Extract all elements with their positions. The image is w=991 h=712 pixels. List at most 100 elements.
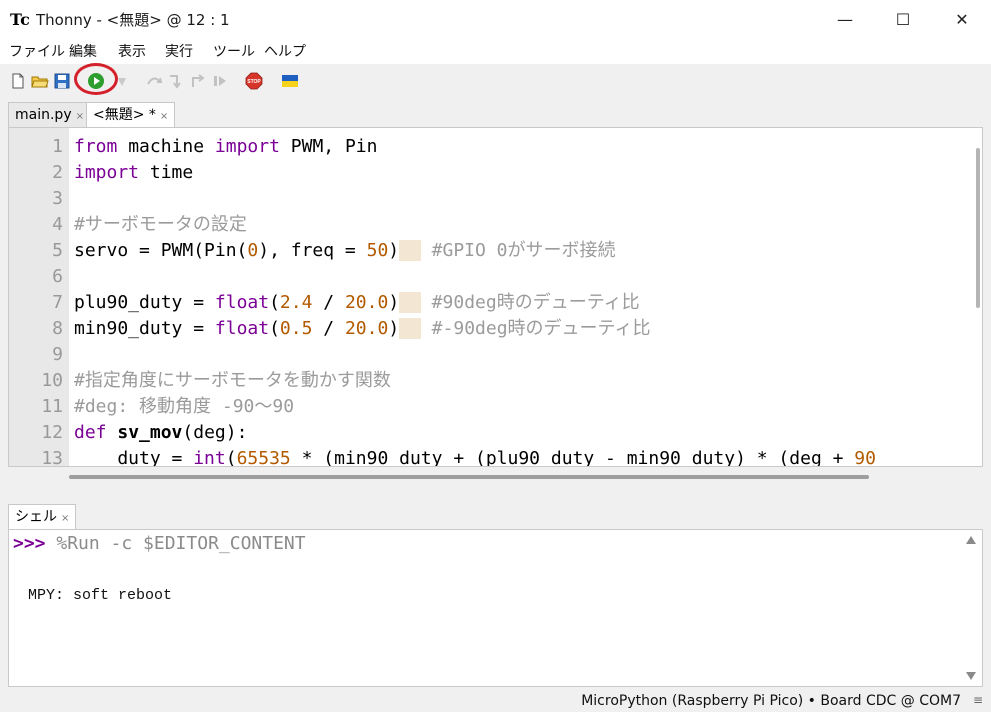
- interpreter-status[interactable]: MicroPython (Raspberry Pi Pico) • Board …: [581, 692, 961, 710]
- line-number: 9: [52, 344, 63, 365]
- code-token: * (min90_duty + (plu90_duty - min90_duty…: [290, 448, 855, 467]
- code-token: (: [269, 318, 280, 339]
- tab-close-icon[interactable]: ×: [61, 513, 69, 524]
- menu-edit[interactable]: 編集: [69, 43, 97, 61]
- line-number-gutter: 1 2 3 4 5 6 7 8 9 10 11 12 13: [9, 128, 69, 466]
- shell-command-line: >>> %Run -c $EDITOR_CONTENT: [13, 532, 306, 556]
- code-token: ): [388, 292, 400, 313]
- editor-tab-bar: main.py × <無題> * ×: [0, 98, 991, 129]
- code-token: int: [193, 448, 226, 467]
- step-over-icon[interactable]: [145, 72, 163, 90]
- code-token: plu90_duty =: [74, 292, 215, 313]
- minimize-button[interactable]: —: [816, 0, 874, 40]
- editor-horizontal-scroll-track: [8, 467, 983, 489]
- code-token: [399, 240, 421, 261]
- line-number: 5: [52, 240, 63, 261]
- code-token: 20.0: [344, 292, 389, 313]
- thonny-app-icon: Tc: [10, 10, 30, 29]
- save-icon[interactable]: [53, 72, 71, 90]
- line-number: 8: [52, 318, 63, 339]
- menu-help[interactable]: ヘルプ: [264, 43, 306, 61]
- shell-panel[interactable]: >>> %Run -c $EDITOR_CONTENT MPY: soft re…: [8, 529, 983, 687]
- code-line[interactable]: #指定角度にサーボモータを動かす関数: [74, 368, 391, 394]
- code-line[interactable]: import time: [74, 160, 193, 186]
- code-token: [399, 292, 421, 313]
- code-token: time: [139, 162, 194, 183]
- code-token: 0: [247, 240, 259, 261]
- code-token: #指定角度にサーボモータを動かす関数: [74, 370, 391, 391]
- code-token: (: [225, 448, 237, 467]
- tab-shell[interactable]: シェル ×: [8, 504, 77, 530]
- code-editor[interactable]: 1 2 3 4 5 6 7 8 9 10 11 12 13 from machine import PW…: [8, 127, 983, 467]
- code-token: 65535: [236, 448, 291, 467]
- code-token: 0.5: [279, 318, 313, 339]
- code-token: (deg):: [182, 422, 248, 443]
- toolbar: STOP: [0, 64, 991, 98]
- code-token: duty =: [74, 448, 194, 467]
- menu-run[interactable]: 実行: [165, 43, 193, 61]
- new-file-icon[interactable]: [9, 72, 27, 90]
- tab-untitled[interactable]: <無題> * ×: [86, 102, 176, 129]
- step-out-icon[interactable]: [189, 72, 207, 90]
- line-number: 4: [52, 214, 63, 235]
- maximize-button[interactable]: ☐: [874, 0, 932, 40]
- menu-file[interactable]: ファイル: [9, 43, 65, 61]
- step-into-icon[interactable]: [167, 72, 185, 90]
- code-token: float: [214, 318, 270, 339]
- code-line[interactable]: servo = PWM(Pin(0), freq = 50) #GPIO 0がサ…: [74, 238, 616, 264]
- code-line[interactable]: duty = int(65535 * (min90_duty + (plu90_…: [74, 446, 876, 467]
- tab-label: シェル: [15, 509, 57, 525]
- line-number: 2: [52, 162, 63, 183]
- code-token: 20.0: [344, 318, 389, 339]
- menu-view[interactable]: 表示: [118, 43, 146, 61]
- code-token: ): [388, 240, 400, 261]
- menu-bar: ファイル 編集 表示 実行 ツール ヘルプ: [0, 40, 991, 64]
- svg-text:STOP: STOP: [247, 79, 261, 85]
- code-line[interactable]: def sv_mov(deg):: [74, 420, 247, 446]
- line-number: 3: [52, 188, 63, 209]
- line-number: 10: [41, 370, 63, 391]
- shell-scroll-up-icon[interactable]: [966, 536, 976, 544]
- code-token: 2.4: [279, 292, 313, 313]
- line-number: 13: [41, 448, 63, 467]
- line-number: 12: [41, 422, 63, 443]
- editor-horizontal-scrollbar[interactable]: [69, 475, 869, 479]
- code-token: #deg: 移動角度 -90～90: [74, 396, 295, 417]
- editor-vertical-scrollbar[interactable]: [976, 148, 980, 308]
- code-token: ), freq =: [258, 240, 367, 261]
- code-token: import: [214, 136, 280, 157]
- status-bar: MicroPython (Raspberry Pi Pico) • Board …: [0, 690, 991, 712]
- tab-label: <無題> *: [93, 107, 156, 123]
- code-token: sv_mov: [117, 422, 183, 443]
- code-token: #-90deg時のデューティ比: [420, 318, 651, 339]
- tab-label: main.py: [15, 107, 72, 123]
- resume-icon[interactable]: [211, 72, 229, 90]
- shell-scroll-down-icon[interactable]: [966, 672, 976, 680]
- line-number: 7: [52, 292, 63, 313]
- code-token: /: [312, 318, 345, 339]
- tab-close-icon[interactable]: ×: [76, 111, 84, 122]
- menu-tools[interactable]: ツール: [213, 43, 255, 61]
- code-token: /: [312, 292, 345, 313]
- line-number: 6: [52, 266, 63, 287]
- tab-main-py[interactable]: main.py ×: [8, 102, 91, 128]
- code-token: import: [74, 162, 140, 183]
- code-token: min90_duty =: [74, 318, 215, 339]
- stop-icon[interactable]: STOP: [245, 72, 263, 90]
- resize-grip-icon[interactable]: ≡: [973, 693, 983, 707]
- code-line[interactable]: from machine import PWM, Pin: [74, 134, 377, 160]
- close-window-button[interactable]: ✕: [933, 0, 991, 40]
- code-token: def: [74, 422, 107, 443]
- ukraine-flag-icon[interactable]: [281, 72, 299, 90]
- shell-command: %Run -c $EDITOR_CONTENT: [45, 533, 306, 554]
- code-line[interactable]: min90_duty = float(0.5 / 20.0) #-90deg時の…: [74, 316, 650, 342]
- code-line[interactable]: #deg: 移動角度 -90～90: [74, 394, 294, 420]
- code-line[interactable]: #サーボモータの設定: [74, 212, 247, 238]
- open-file-icon[interactable]: [31, 72, 49, 90]
- tab-close-icon[interactable]: ×: [160, 111, 168, 122]
- code-token: 50: [366, 240, 389, 261]
- shell-prompt: >>>: [13, 533, 46, 554]
- code-token: #GPIO 0がサーボ接続: [420, 240, 616, 261]
- code-line[interactable]: plu90_duty = float(2.4 / 20.0) #90deg時のデ…: [74, 290, 640, 316]
